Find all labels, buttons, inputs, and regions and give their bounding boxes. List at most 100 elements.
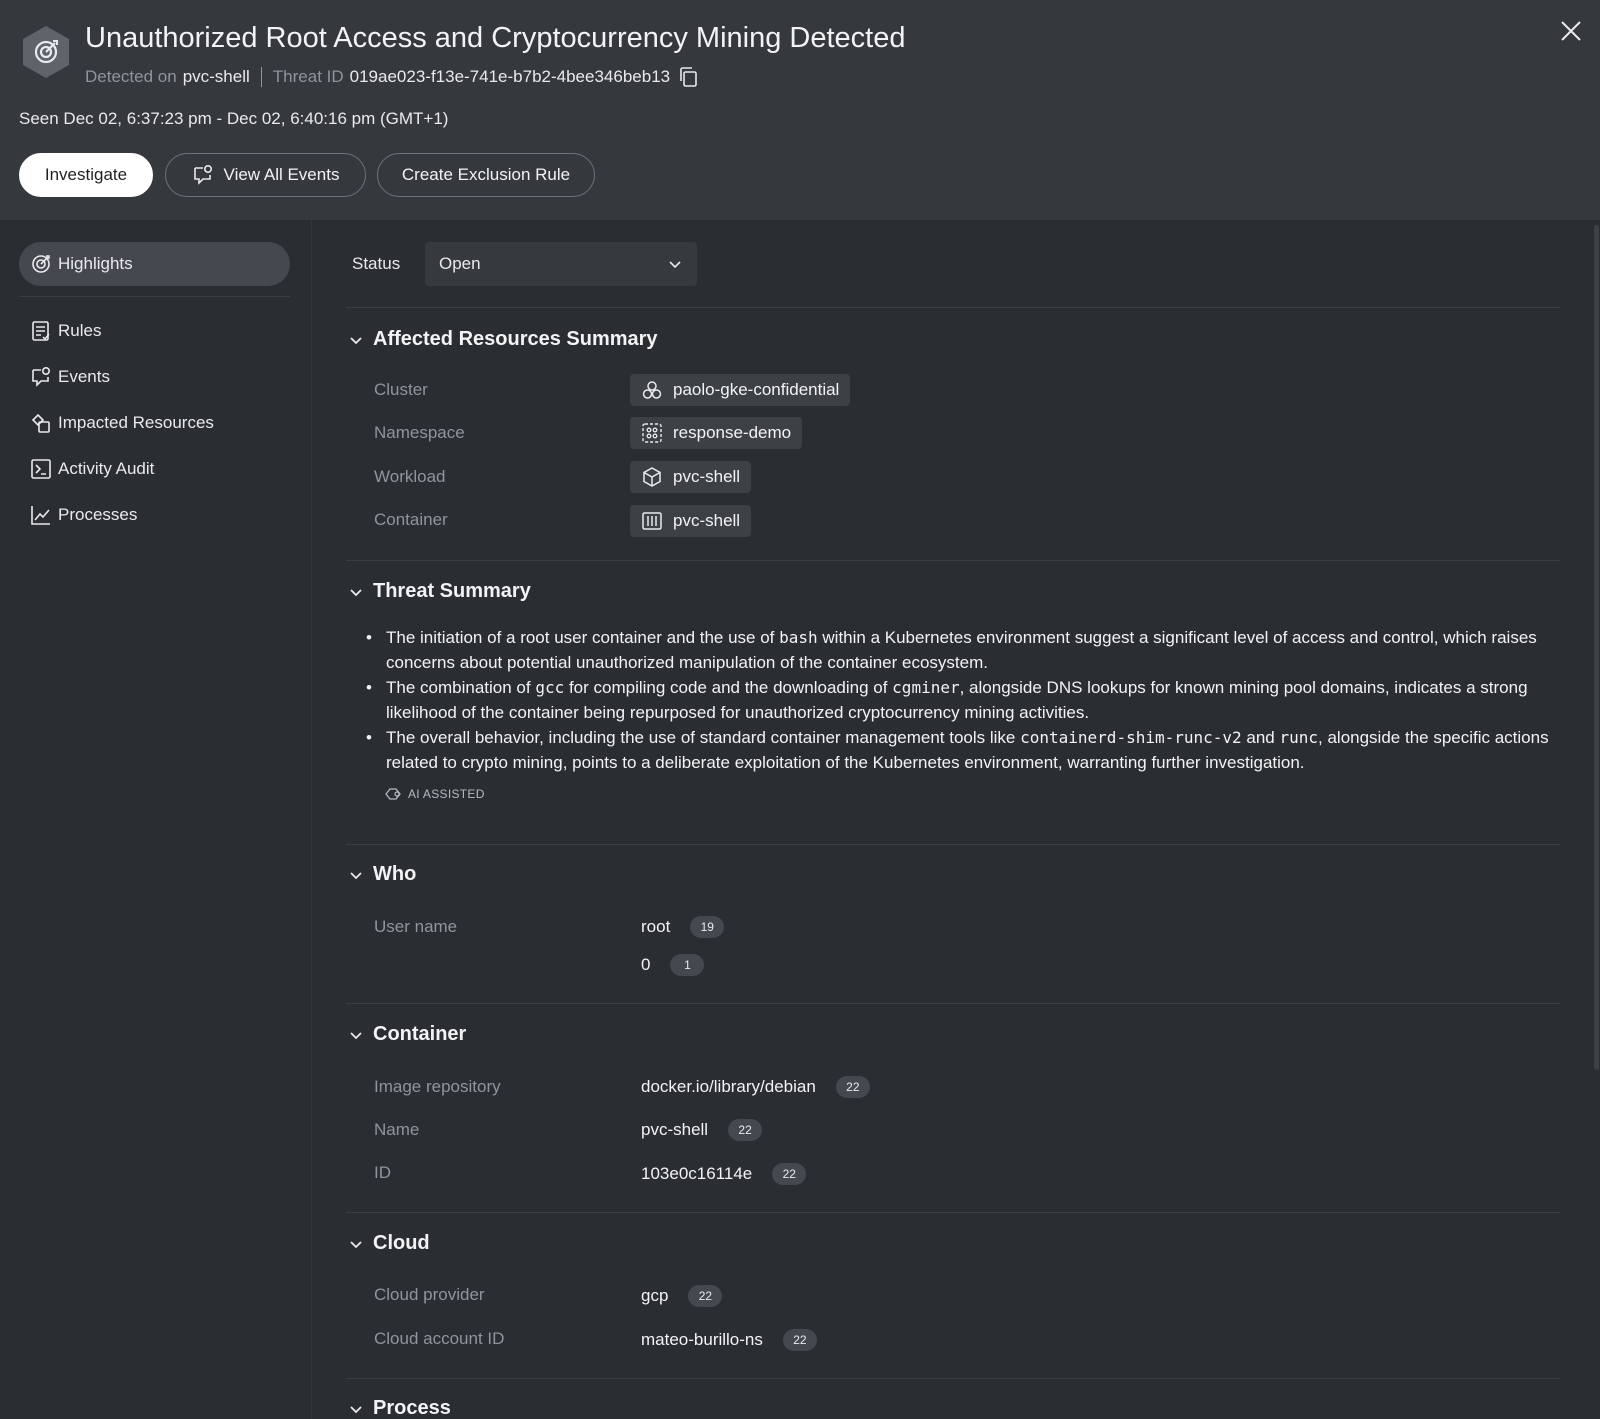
section-title: Cloud xyxy=(373,1232,430,1254)
resources-icon xyxy=(30,412,52,434)
chevron-down-icon xyxy=(348,332,364,348)
field-label-container-name: Name xyxy=(374,1120,420,1139)
terminal-icon xyxy=(30,458,52,480)
ai-tag-icon xyxy=(384,787,404,801)
highlights-panel: Status Open Affected Resources Summary C… xyxy=(313,220,1593,1419)
section-divider xyxy=(346,1003,1560,1004)
sidebar-item-label: Impacted Resources xyxy=(58,413,214,432)
container-icon xyxy=(641,510,663,532)
namespace-chip[interactable]: response-demo xyxy=(630,417,803,449)
chart-line-icon xyxy=(30,504,52,526)
detected-on-label: Detected on xyxy=(85,67,177,86)
chevron-down-icon xyxy=(348,1236,364,1252)
cloud-provider-value: gcp xyxy=(641,1286,669,1305)
field-label-user-name: User name xyxy=(374,917,458,936)
ai-badge-label: AI ASSISTED xyxy=(408,787,485,801)
count-badge: 1 xyxy=(670,954,705,976)
chevron-down-icon xyxy=(348,584,364,600)
close-icon xyxy=(1561,21,1581,41)
create-exclusion-rule-button[interactable]: Create Exclusion Rule xyxy=(377,153,595,197)
scrollbar[interactable] xyxy=(1593,220,1600,1419)
sidebar-item-label: Events xyxy=(58,367,110,386)
sidebar-item-label: Rules xyxy=(58,321,102,340)
threat-id-value: 019ae023-f13e-741e-b7b2-4bee346beb13 xyxy=(349,67,671,86)
count-badge: 19 xyxy=(690,916,725,938)
container-name-value-row: pvc-shell 22 xyxy=(641,1119,763,1141)
field-label-workload: Workload xyxy=(374,467,446,486)
threat-header: Unauthorized Root Access and Cryptocurre… xyxy=(0,0,1600,220)
threat-summary-list: The initiation of a root user container … xyxy=(366,625,1576,775)
field-label-cloud-provider: Cloud provider xyxy=(374,1285,485,1304)
workload-chip[interactable]: pvc-shell xyxy=(630,461,752,493)
user-name-value: root xyxy=(641,917,671,936)
sidebar-item-processes[interactable]: Processes xyxy=(30,500,137,530)
sidebar: Highlights Rules Events Impacted Resourc… xyxy=(0,220,312,1419)
namespace-value: response-demo xyxy=(673,423,792,442)
copy-icon[interactable] xyxy=(678,66,700,88)
chevron-down-icon xyxy=(348,1401,364,1417)
sidebar-item-impacted-resources[interactable]: Impacted Resources xyxy=(30,408,214,438)
rules-icon xyxy=(30,320,52,342)
list-item: The overall behavior, including the use … xyxy=(366,725,1576,775)
close-button[interactable] xyxy=(1558,18,1584,44)
meta-divider xyxy=(260,67,262,87)
count-badge: 22 xyxy=(772,1163,807,1185)
create-exclusion-rule-label: Create Exclusion Rule xyxy=(401,165,571,184)
section-title: Affected Resources Summary xyxy=(373,328,658,350)
section-divider xyxy=(346,1212,1560,1213)
section-divider xyxy=(346,1378,1560,1379)
section-container[interactable]: Container xyxy=(348,1023,466,1046)
section-process[interactable]: Process xyxy=(348,1397,451,1419)
field-label-container-id: ID xyxy=(374,1163,391,1182)
cluster-icon xyxy=(641,379,663,401)
section-divider xyxy=(346,307,1560,308)
sidebar-item-events[interactable]: Events xyxy=(30,362,110,392)
count-badge: 22 xyxy=(782,1329,817,1351)
image-repository-value-row: docker.io/library/debian 22 xyxy=(641,1076,870,1098)
section-affected-resources[interactable]: Affected Resources Summary xyxy=(348,328,658,351)
image-repository-value: docker.io/library/debian xyxy=(641,1077,816,1096)
count-badge: 22 xyxy=(728,1119,763,1141)
events-icon xyxy=(30,366,52,388)
sidebar-item-label: Highlights xyxy=(58,254,133,273)
section-who[interactable]: Who xyxy=(348,863,416,886)
user-name-value: 0 xyxy=(641,955,651,974)
sidebar-item-rules[interactable]: Rules xyxy=(30,316,101,346)
section-threat-summary[interactable]: Threat Summary xyxy=(348,580,531,603)
threat-hexagon-icon xyxy=(20,24,72,80)
chevron-down-icon xyxy=(348,867,364,883)
user-name-value-row: root 19 xyxy=(641,916,725,938)
target-icon xyxy=(30,253,52,275)
section-title: Threat Summary xyxy=(373,580,531,602)
threat-id-label: Threat ID xyxy=(272,67,344,86)
cluster-chip[interactable]: paolo-gke-confidential xyxy=(630,374,851,406)
container-name-value: pvc-shell xyxy=(641,1120,709,1139)
section-divider xyxy=(346,560,1560,561)
section-divider xyxy=(346,844,1560,845)
cloud-account-id-value: mateo-burillo-ns xyxy=(641,1330,763,1349)
section-cloud[interactable]: Cloud xyxy=(348,1232,430,1255)
field-label-cloud-account-id: Cloud account ID xyxy=(374,1329,505,1348)
detected-on-value: pvc-shell xyxy=(182,67,250,86)
investigate-button[interactable]: Investigate xyxy=(19,153,153,197)
status-select[interactable]: Open xyxy=(425,242,697,286)
cluster-value: paolo-gke-confidential xyxy=(673,380,840,399)
seen-time-range: Seen Dec 02, 6:37:23 pm - Dec 02, 6:40:1… xyxy=(19,109,449,128)
count-badge: 22 xyxy=(835,1076,870,1098)
container-value: pvc-shell xyxy=(673,511,741,530)
view-all-events-button[interactable]: View All Events xyxy=(165,153,366,197)
status-label: Status xyxy=(352,254,401,273)
cloud-account-id-value-row: mateo-burillo-ns 22 xyxy=(641,1329,817,1351)
sidebar-item-highlights[interactable]: Highlights xyxy=(19,242,290,286)
container-chip[interactable]: pvc-shell xyxy=(630,505,752,537)
section-title: Container xyxy=(373,1023,467,1045)
namespace-icon xyxy=(641,422,663,444)
chevron-down-icon xyxy=(667,256,683,272)
container-id-value: 103e0c16114e xyxy=(641,1164,753,1183)
page-title: Unauthorized Root Access and Cryptocurre… xyxy=(85,22,906,54)
scrollbar-thumb[interactable] xyxy=(1594,225,1599,1070)
field-label-cluster: Cluster xyxy=(374,380,428,399)
sidebar-item-activity-audit[interactable]: Activity Audit xyxy=(30,454,154,484)
cube-icon xyxy=(641,466,663,488)
sidebar-item-label: Activity Audit xyxy=(58,459,155,478)
